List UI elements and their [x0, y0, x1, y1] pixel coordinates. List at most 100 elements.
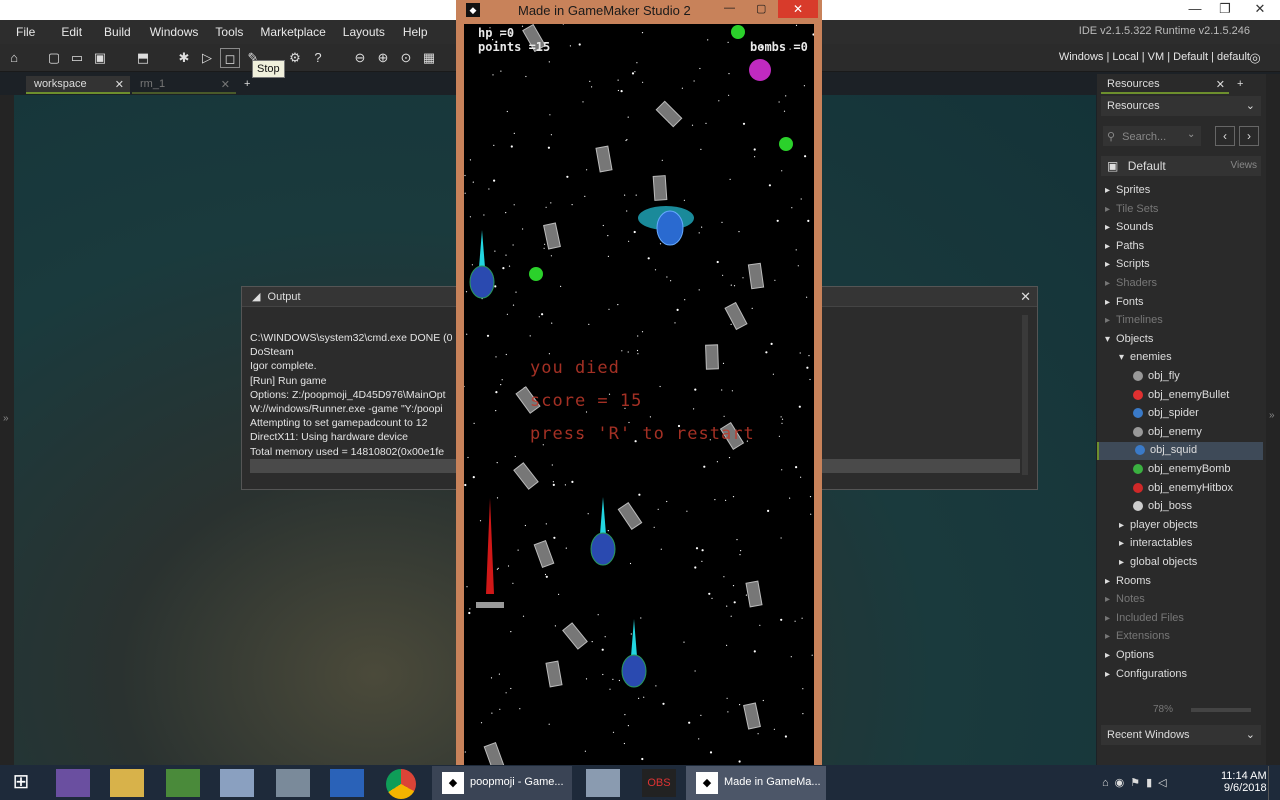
- add-tab-button[interactable]: +: [1237, 78, 1243, 90]
- settings-icon[interactable]: ⚙: [285, 48, 305, 68]
- home-icon[interactable]: ⌂: [4, 48, 24, 68]
- chevron-right-icon[interactable]: ▸: [1105, 650, 1110, 661]
- chevron-right-icon[interactable]: ▸: [1105, 278, 1110, 289]
- grid-icon[interactable]: ▦: [419, 48, 439, 68]
- tree-item[interactable]: obj_fly: [1097, 368, 1263, 386]
- spreadsheet-icon[interactable]: [166, 769, 200, 797]
- tree-item[interactable]: obj_enemy: [1097, 424, 1263, 442]
- close-button[interactable]: ✕: [1240, 0, 1280, 20]
- chevron-right-icon[interactable]: ▸: [1105, 297, 1110, 308]
- menu-marketplace[interactable]: Marketplace: [243, 25, 325, 39]
- calculator-icon[interactable]: [220, 769, 254, 797]
- tree-item[interactable]: ▸ Included Files: [1097, 610, 1263, 628]
- taskbar-app-game[interactable]: ◆ Made in GameMa...: [686, 766, 826, 800]
- tree-item[interactable]: ▸ Timelines: [1097, 312, 1263, 330]
- package-icon[interactable]: ⬒: [133, 48, 153, 68]
- close-icon[interactable]: ✕: [778, 0, 818, 18]
- tree-item[interactable]: ▾ enemies: [1097, 349, 1263, 367]
- chevron-down-icon[interactable]: ▾: [1119, 352, 1124, 363]
- taskbar-app-poopmoji[interactable]: ◆ poopmoji - Game...: [432, 766, 572, 800]
- save-icon[interactable]: ▣: [90, 48, 110, 68]
- chevron-right-icon[interactable]: ▸: [1105, 594, 1110, 605]
- start-button[interactable]: ⊞: [4, 769, 38, 797]
- tree-item[interactable]: ▸ Sounds: [1097, 219, 1263, 237]
- vertical-scrollbar[interactable]: [1022, 315, 1028, 475]
- zoom-slider[interactable]: [1191, 708, 1251, 712]
- chevron-right-icon[interactable]: ▸: [1105, 576, 1110, 587]
- chevron-right-icon[interactable]: ▸: [1105, 613, 1110, 624]
- zoom-out-icon[interactable]: ⊖: [350, 48, 370, 68]
- menu-edit[interactable]: Edit: [35, 25, 82, 39]
- tab-resources[interactable]: Resources ✕: [1101, 76, 1229, 94]
- chevron-right-icon[interactable]: ▸: [1119, 538, 1124, 549]
- tree-item[interactable]: ▸ player objects: [1097, 517, 1263, 535]
- tree-item[interactable]: ▸ Tile Sets: [1097, 201, 1263, 219]
- tree-item[interactable]: ▸ Paths: [1097, 238, 1263, 256]
- zoom-in-icon[interactable]: ⊕: [373, 48, 393, 68]
- help-icon[interactable]: ?: [308, 48, 328, 68]
- chevron-right-icon[interactable]: ▸: [1105, 222, 1110, 233]
- tree-item[interactable]: ▸ Sprites: [1097, 182, 1263, 200]
- minimize-icon[interactable]: —: [724, 2, 735, 14]
- tree-item[interactable]: ▸ global objects: [1097, 554, 1263, 572]
- maximize-icon[interactable]: ▢: [756, 2, 766, 15]
- tab-rm-1[interactable]: rm_1 ✕: [132, 76, 236, 94]
- add-tab-button[interactable]: +: [244, 78, 250, 90]
- word-icon[interactable]: [330, 769, 364, 797]
- tree-item[interactable]: ▸ Configurations: [1097, 666, 1263, 684]
- stop-icon[interactable]: ◻: [220, 48, 240, 68]
- file-explorer-icon[interactable]: [110, 769, 144, 797]
- target-selector[interactable]: Windows | Local | VM | Default | default: [1059, 51, 1250, 63]
- menu-build[interactable]: Build: [82, 25, 131, 39]
- obs-icon[interactable]: OBS: [642, 769, 676, 797]
- tree-item[interactable]: obj_spider: [1097, 405, 1263, 423]
- chevron-right-icon[interactable]: ▸: [1105, 185, 1110, 196]
- recent-windows-dropdown[interactable]: Recent Windows ⌄: [1101, 725, 1261, 745]
- tree-item[interactable]: ▸ Extensions: [1097, 628, 1263, 646]
- maximize-button[interactable]: ❐: [1210, 0, 1240, 20]
- chevron-down-icon[interactable]: ▾: [1105, 334, 1110, 345]
- tree-item[interactable]: ▾ Objects: [1097, 331, 1263, 349]
- new-project-icon[interactable]: ▢: [44, 48, 64, 68]
- chevron-right-icon[interactable]: ▸: [1119, 557, 1124, 568]
- collapse-icon[interactable]: ◢: [252, 291, 260, 303]
- views-button[interactable]: Views: [1231, 160, 1258, 171]
- tree-item[interactable]: ▸ interactables: [1097, 535, 1263, 553]
- chevron-right-icon[interactable]: ▸: [1105, 631, 1110, 642]
- expand-right-icon[interactable]: »: [1269, 410, 1275, 421]
- close-icon[interactable]: ✕: [115, 78, 124, 91]
- game-title-bar[interactable]: ◆ Made in GameMaker Studio 2 — ▢ ✕: [456, 0, 822, 22]
- tree-item[interactable]: ▸ Shaders: [1097, 275, 1263, 293]
- paint-icon[interactable]: [586, 769, 620, 797]
- nav-forward-button[interactable]: ›: [1239, 126, 1259, 146]
- resources-dropdown[interactable]: Resources ⌄: [1101, 96, 1261, 116]
- resource-group-header[interactable]: ▣ Default Views: [1101, 156, 1261, 176]
- chevron-down-icon[interactable]: ⌄: [1187, 129, 1195, 140]
- minimize-button[interactable]: —: [1180, 0, 1210, 20]
- show-desktop-button[interactable]: [1268, 766, 1280, 800]
- chevron-right-icon[interactable]: ▸: [1119, 520, 1124, 531]
- game-canvas[interactable]: hp =0 points =15 bombs =0 you died score…: [463, 23, 815, 770]
- nav-back-button[interactable]: ‹: [1215, 126, 1235, 146]
- tree-item[interactable]: ▸ Fonts: [1097, 294, 1263, 312]
- system-tray[interactable]: ⌂◉⚑▮◁: [1102, 776, 1173, 789]
- photos-icon[interactable]: [276, 769, 310, 797]
- chrome-icon[interactable]: [386, 769, 416, 799]
- tree-item[interactable]: ▸ Notes: [1097, 591, 1263, 609]
- menu-windows[interactable]: Windows: [131, 25, 199, 39]
- close-icon[interactable]: ✕: [221, 78, 230, 91]
- chevron-right-icon[interactable]: ▸: [1105, 259, 1110, 270]
- tree-item[interactable]: obj_enemyBullet: [1097, 387, 1263, 405]
- gale-app-icon[interactable]: [56, 769, 90, 797]
- clock[interactable]: 11:14 AM 9/6/2018: [1221, 770, 1267, 794]
- tree-item[interactable]: obj_boss: [1097, 498, 1263, 516]
- menu-file[interactable]: File: [0, 25, 35, 39]
- chevron-right-icon[interactable]: ▸: [1105, 241, 1110, 252]
- tree-item[interactable]: ▸ Scripts: [1097, 256, 1263, 274]
- close-icon[interactable]: ✕: [1216, 78, 1225, 91]
- chevron-right-icon[interactable]: ▸: [1105, 669, 1110, 680]
- open-project-icon[interactable]: ▭: [67, 48, 87, 68]
- tab-workspace[interactable]: workspace ✕: [26, 76, 130, 94]
- tree-item[interactable]: ▸ Options: [1097, 647, 1263, 665]
- menu-layouts[interactable]: Layouts: [326, 25, 385, 39]
